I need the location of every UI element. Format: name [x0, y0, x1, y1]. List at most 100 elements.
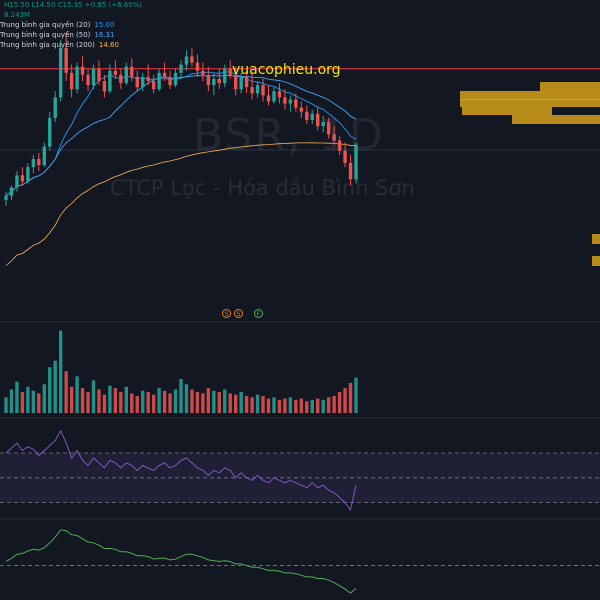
volume-bar	[206, 388, 211, 413]
volume-bar	[15, 381, 19, 413]
volume-bar	[157, 388, 161, 413]
candle-body	[64, 48, 68, 73]
candle-body	[130, 66, 134, 77]
candle-body	[212, 78, 216, 86]
volume-bar	[316, 398, 320, 413]
volume-profile-bar	[512, 115, 600, 124]
volume-profile-bar	[592, 256, 600, 266]
volume-bar	[233, 394, 238, 413]
candle-body	[294, 99, 298, 108]
volume-bar	[108, 385, 112, 413]
volume-bar	[184, 384, 189, 413]
volume-bar	[151, 394, 156, 413]
volume-bar	[201, 393, 205, 413]
volume-bar	[326, 397, 331, 413]
volume-bar	[141, 390, 145, 413]
candle-body	[184, 56, 189, 65]
split-event-icon[interactable]: S	[234, 309, 243, 318]
candle-body	[86, 74, 90, 86]
split-event-icon[interactable]: S	[222, 309, 231, 318]
volume-bar	[272, 397, 276, 413]
volume-bar	[299, 398, 304, 413]
volume-value: 8.243M	[4, 11, 31, 19]
macd-line	[5, 529, 357, 594]
volume-bar	[277, 399, 282, 413]
candle-body	[206, 74, 211, 86]
candle-body	[168, 76, 172, 86]
volume-bar	[42, 384, 46, 413]
rsi-band	[0, 453, 600, 503]
volume-profile-bar	[592, 234, 600, 244]
volume-bar	[86, 392, 90, 413]
candle-body	[69, 72, 74, 90]
site-watermark: vuacophieu.org	[232, 62, 341, 78]
legend-ma200-row[interactable]: Trung bình gia quyền (200) 14.60	[0, 40, 142, 50]
volume-bar	[195, 392, 200, 413]
volume-bar	[4, 397, 8, 413]
candle-body	[250, 87, 254, 94]
candle-body	[201, 70, 205, 75]
volume-bar	[124, 386, 129, 413]
volume-bar	[223, 389, 227, 413]
candle-body	[58, 48, 63, 98]
volume-bar	[190, 389, 194, 413]
candle-body	[146, 76, 150, 81]
legend-ma20-row[interactable]: Trung bình gia quyền (20) 15.00	[0, 20, 142, 30]
candle-body	[283, 97, 287, 104]
candle-body	[80, 66, 85, 75]
ma200-label: Trung bình gia quyền (200)	[0, 41, 95, 49]
volume-bar	[294, 399, 298, 413]
candle-body	[119, 74, 123, 84]
candle-body	[48, 117, 52, 147]
volume-bar	[332, 396, 336, 413]
volume-bar	[255, 394, 260, 413]
candle-body	[97, 68, 101, 81]
candle-body	[91, 68, 96, 86]
ma50-label: Trung bình gia quyền (50)	[0, 31, 91, 39]
volume-bar	[69, 386, 74, 413]
volume-bar	[212, 390, 216, 413]
candle-body	[190, 56, 194, 63]
volume-bar	[97, 389, 101, 413]
volume-bar	[80, 388, 85, 413]
volume-bar	[217, 392, 221, 413]
volume-profile-bar	[460, 99, 600, 107]
candle-body	[195, 62, 200, 71]
candle-body	[157, 72, 161, 90]
volume-bar	[261, 396, 265, 413]
legend-ma50-row[interactable]: Trung bình gia quyền (50) 16.31	[0, 30, 142, 40]
candle-body	[288, 99, 293, 104]
volume-bar	[310, 399, 314, 413]
ma200-line	[5, 142, 357, 266]
volume-bar	[113, 388, 118, 413]
volume-bar	[91, 380, 96, 413]
volume-bar	[266, 398, 271, 413]
candle-body	[75, 66, 79, 90]
volume-bar	[37, 393, 41, 413]
candle-body	[217, 78, 221, 84]
company-name-watermark: CTCP Lọc - Hóa dầu Bình Sơn	[110, 176, 415, 200]
candle-body	[173, 72, 178, 86]
candle-body	[113, 70, 118, 75]
ohlc-values: H15.50 L14.50 C15.35 +0.95 (+6.60%)	[4, 1, 143, 9]
volume-bar	[305, 401, 309, 413]
candle-body	[42, 146, 46, 166]
volume-bar	[130, 393, 134, 413]
chart-root: H15.50 L14.50 C15.35 +0.95 (+6.60%) 8.24…	[0, 0, 600, 600]
volume-profile-bar	[540, 82, 600, 91]
candle-body	[4, 195, 8, 200]
volume-bar	[354, 377, 358, 413]
indicator-legend: H15.50 L14.50 C15.35 +0.95 (+6.60%) 8.24…	[0, 0, 142, 50]
volume-bar	[250, 397, 254, 413]
volume-bar	[119, 392, 123, 413]
volume-bar	[9, 389, 14, 413]
legend-ohlc-row: H15.50 L14.50 C15.35 +0.95 (+6.60%)	[0, 0, 142, 10]
financial-event-icon[interactable]: F	[254, 309, 263, 318]
candle-body	[124, 66, 129, 84]
volume-bar	[179, 379, 183, 413]
chart-canvas[interactable]	[0, 0, 600, 600]
volume-bar	[173, 389, 178, 413]
volume-bar	[135, 396, 139, 413]
candle-body	[151, 81, 156, 90]
volume-bar	[343, 388, 347, 413]
